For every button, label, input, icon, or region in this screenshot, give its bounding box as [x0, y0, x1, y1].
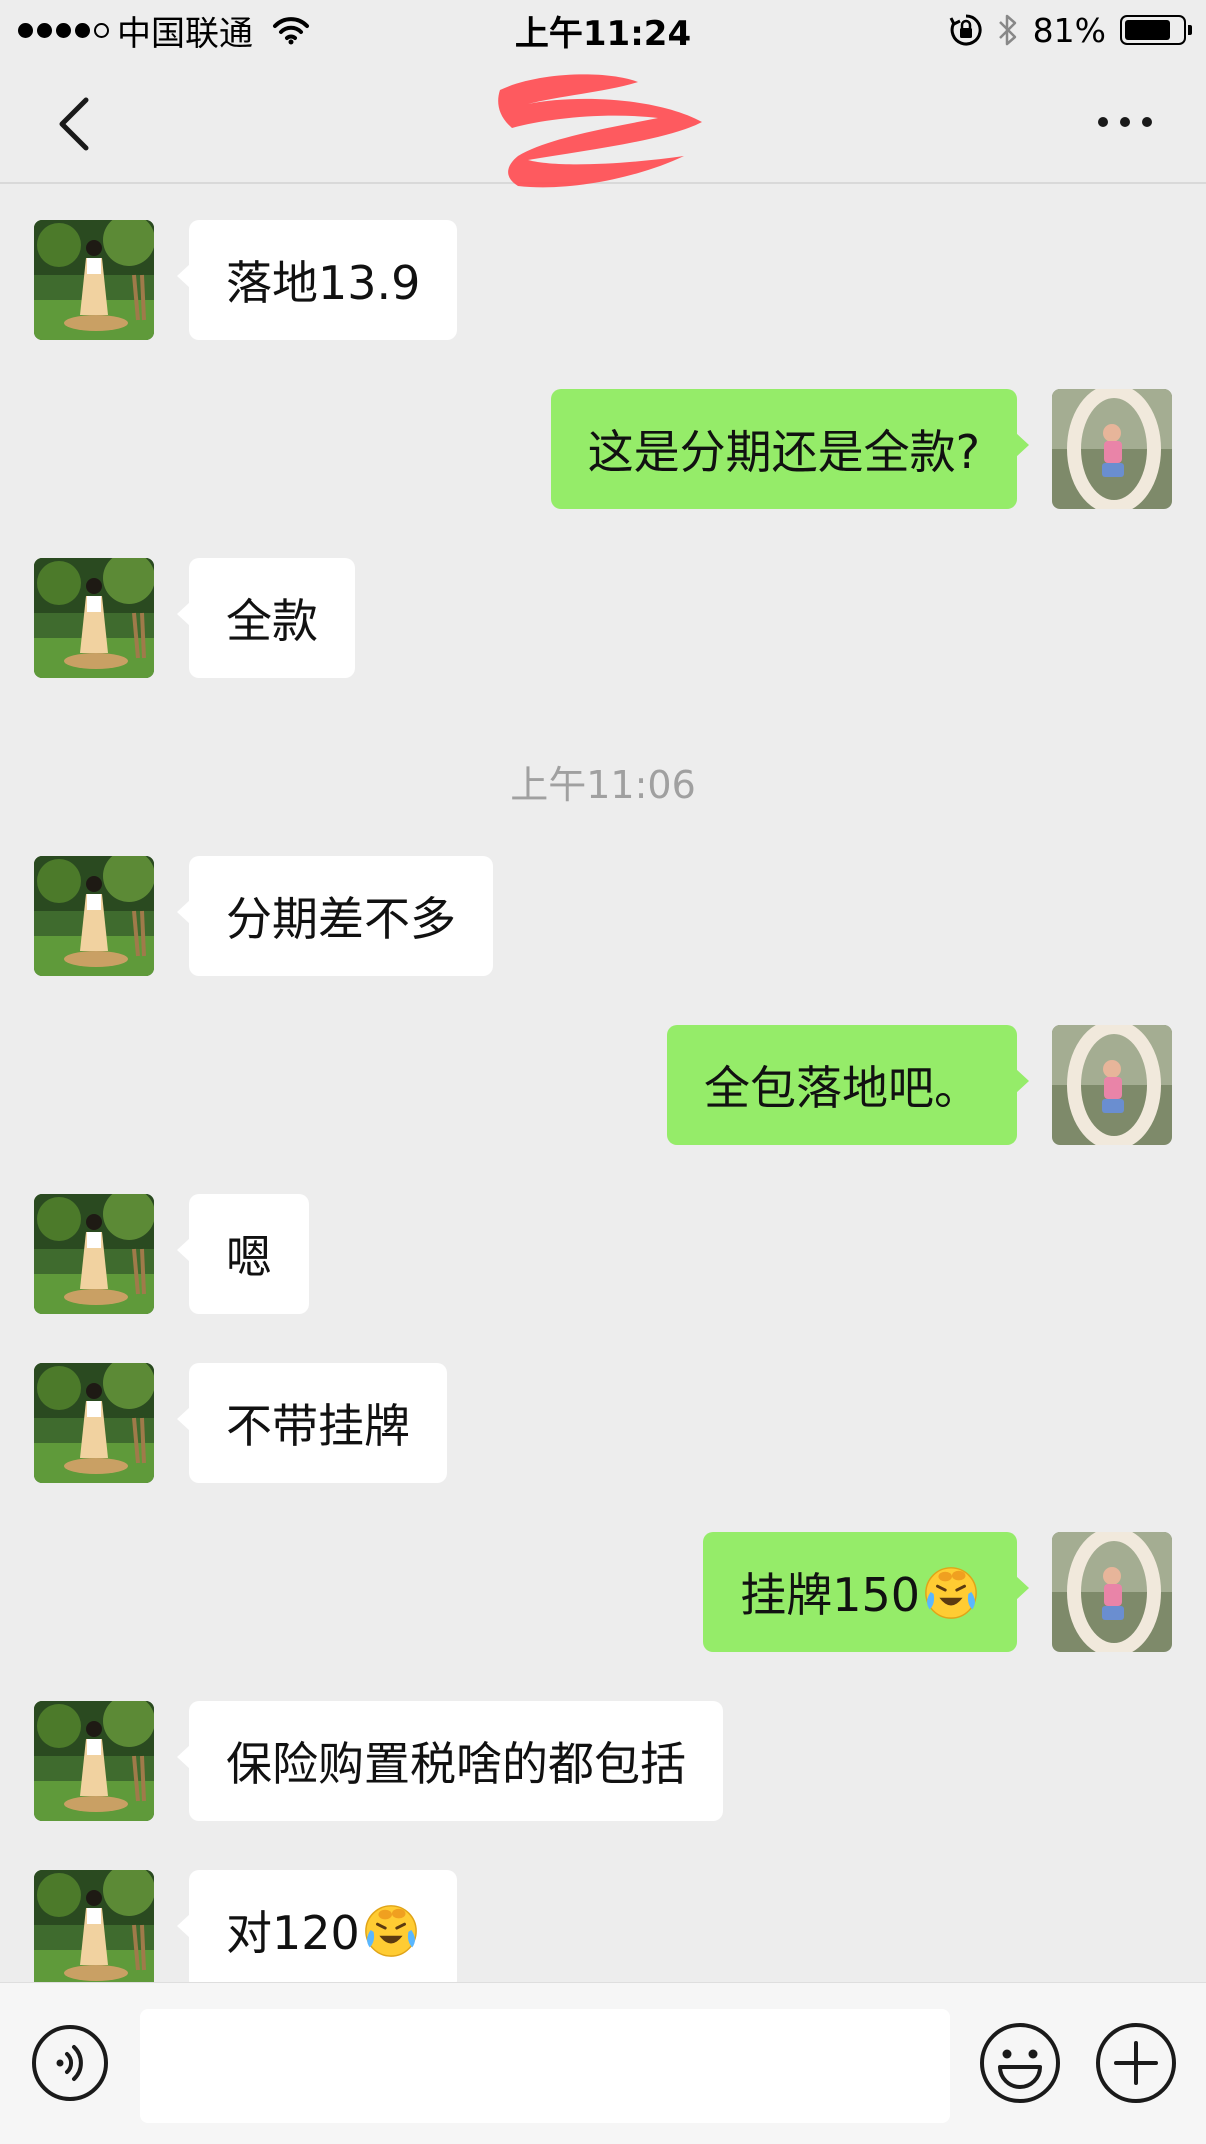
- emoji-icon[interactable]: [978, 2021, 1062, 2105]
- rotation-lock-icon: [949, 14, 982, 46]
- message-input[interactable]: [140, 2009, 950, 2123]
- voice-icon[interactable]: [30, 2023, 110, 2103]
- message-text: 嗯: [226, 1230, 272, 1284]
- redacted-contact-name: [498, 74, 702, 188]
- message-bubble[interactable]: 全包落地吧。: [667, 1025, 1029, 1145]
- laughing-crying-emoji-icon: [925, 1567, 977, 1619]
- contact-avatar[interactable]: [34, 558, 154, 678]
- message-bubble[interactable]: 落地13.9: [176, 220, 458, 340]
- contact-avatar[interactable]: [34, 856, 154, 976]
- chat-message-list[interactable]: 落地13.9 这是分期还是全款? 全款 上午11:06 分期差不多 全包落地吧。: [0, 184, 1206, 1982]
- message-text: 全包落地吧。: [704, 1061, 980, 1115]
- plus-icon[interactable]: [1094, 2021, 1178, 2105]
- message-bubble[interactable]: 不带挂牌: [177, 1363, 447, 1483]
- user-avatar[interactable]: [1052, 1532, 1172, 1652]
- chat-timestamp: 上午11:06: [510, 763, 696, 807]
- battery-fill: [1125, 20, 1171, 40]
- message-text: 保险购置税啥的都包括: [226, 1737, 686, 1791]
- message-bubble[interactable]: 对120: [177, 1870, 457, 1982]
- message-bubble[interactable]: 保险购置税啥的都包括: [177, 1701, 723, 1821]
- message-text: 落地13.9: [226, 256, 421, 310]
- message-bubble[interactable]: 全款: [177, 558, 355, 678]
- message-bubble[interactable]: 嗯: [177, 1194, 309, 1314]
- message-text: 挂牌150: [740, 1568, 920, 1622]
- contact-avatar[interactable]: [34, 220, 154, 340]
- message-text: 分期差不多: [226, 892, 456, 946]
- message-bubble[interactable]: 挂牌150: [703, 1532, 1029, 1652]
- contact-avatar[interactable]: [34, 1701, 154, 1821]
- battery-percent: 81%: [1032, 10, 1106, 50]
- bluetooth-icon: [998, 14, 1016, 46]
- message-bubble[interactable]: 这是分期还是全款?: [550, 389, 1030, 509]
- laughing-crying-emoji-icon: [364, 1905, 417, 1957]
- battery-icon: [1120, 15, 1192, 45]
- status-right: 81%: [949, 8, 1192, 52]
- user-avatar[interactable]: [1052, 1025, 1172, 1145]
- chevron-left-icon[interactable]: [48, 92, 108, 156]
- contact-avatar[interactable]: [34, 1194, 154, 1314]
- message-text: 全款: [226, 594, 318, 648]
- status-bar: 中国联通 上午11:24 81%: [0, 0, 1206, 62]
- input-bar: [0, 1982, 1206, 2144]
- message-text: 这是分期还是全款?: [587, 425, 980, 479]
- message-text: 不带挂牌: [226, 1399, 410, 1453]
- more-dots-icon[interactable]: [1094, 102, 1156, 142]
- contact-avatar[interactable]: [34, 1363, 154, 1483]
- user-avatar[interactable]: [1052, 389, 1172, 509]
- nav-bar: [0, 62, 1206, 188]
- message-bubble[interactable]: 分期差不多: [177, 856, 493, 976]
- contact-avatar[interactable]: [34, 1870, 154, 1982]
- message-text: 对120: [226, 1906, 360, 1960]
